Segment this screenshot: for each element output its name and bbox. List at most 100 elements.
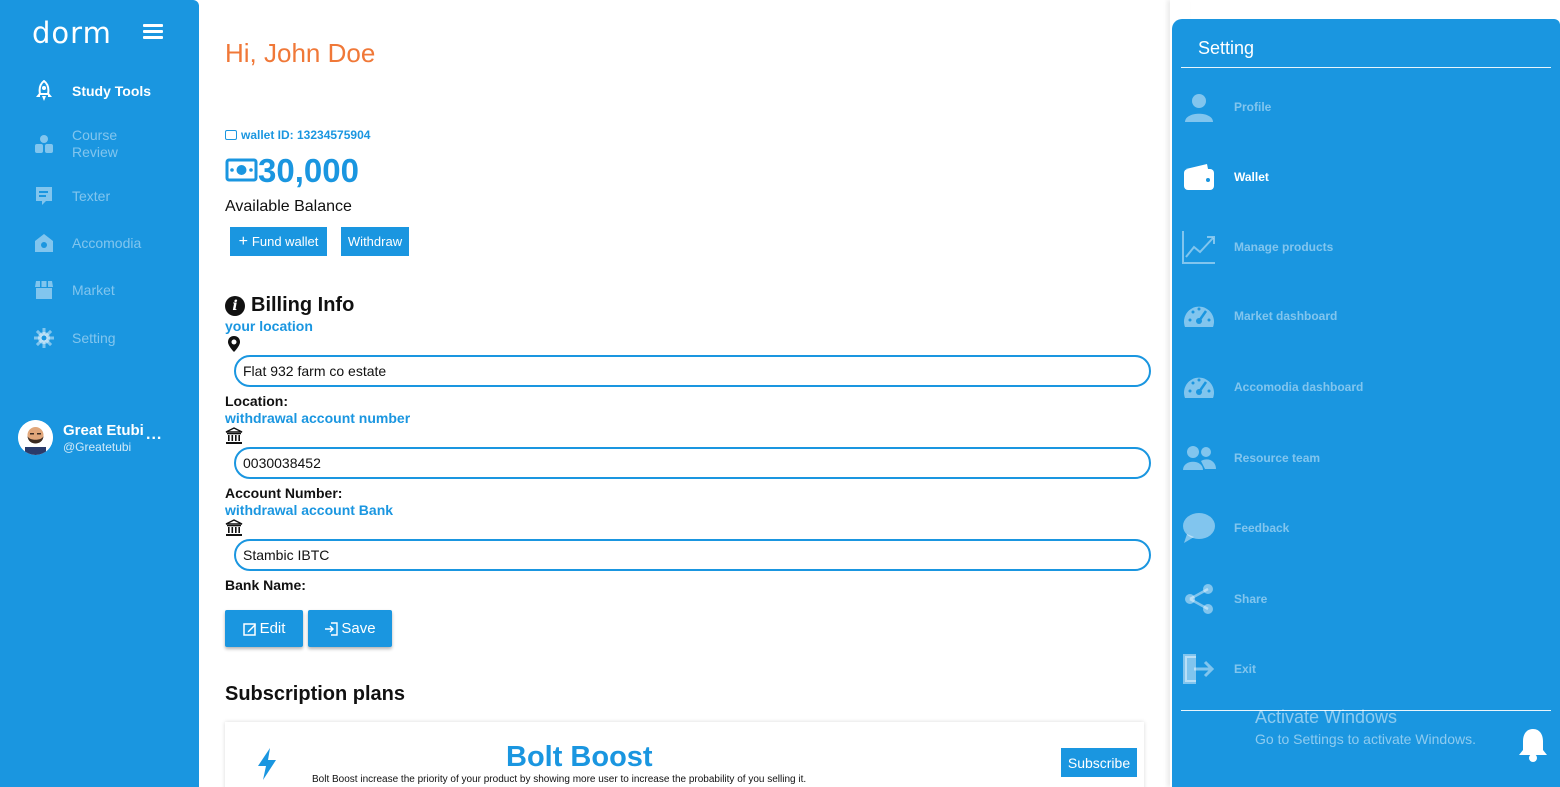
setting-item-exit[interactable]: Exit	[1181, 651, 1256, 687]
sidebar-item-label: Accomodia	[72, 234, 142, 251]
balance-label: Available Balance	[225, 198, 352, 215]
setting-item-label: Accomodia dashboard	[1234, 380, 1364, 394]
balance-amount: 30,000	[258, 152, 359, 189]
account-number-label: Account Number:	[225, 485, 343, 501]
fund-wallet-button[interactable]: + Fund wallet	[230, 227, 327, 256]
wallet-balance: 30,000	[225, 152, 359, 190]
plan-card: Bolt Boost Bolt Boost increase the prior…	[225, 722, 1144, 787]
activation-subtitle: Go to Settings to activate Windows.	[1255, 731, 1476, 747]
sidebar-item-label: Market	[72, 281, 115, 298]
save-button[interactable]: Save	[308, 610, 392, 647]
divider	[1181, 67, 1551, 68]
home-icon	[32, 232, 56, 254]
withdraw-button[interactable]: Withdraw	[341, 227, 409, 256]
chat-icon	[32, 185, 56, 207]
bank-name-input[interactable]: Stambic IBTC	[234, 539, 1151, 571]
edit-icon	[242, 622, 257, 636]
user-profile[interactable]: Great Etubi @Greatetubi ...	[18, 420, 161, 455]
setting-item-label: Wallet	[1234, 170, 1269, 184]
bank-hint: withdrawal account Bank	[225, 502, 394, 518]
setting-item-label: Market dashboard	[1234, 309, 1338, 323]
account-number-input[interactable]: 0030038452	[234, 447, 1151, 479]
bank-name-label: Bank Name:	[225, 577, 306, 593]
setting-item-manage-products[interactable]: Manage products	[1181, 229, 1333, 265]
sidebar-item-label: Study Tools	[72, 82, 152, 99]
setting-item-label: Manage products	[1234, 240, 1334, 254]
store-icon	[32, 279, 56, 301]
setting-item-wallet[interactable]: Wallet	[1181, 159, 1269, 195]
user-handle: @Greatetubi	[63, 439, 132, 454]
gauge-icon	[1181, 369, 1217, 405]
sidebar-item-accomodia[interactable]: Accomodia	[32, 232, 162, 254]
sidebar-item-study-tools[interactable]: Study Tools	[32, 80, 162, 102]
sidebar-item-label: Setting	[72, 329, 116, 346]
location-hint: your location	[225, 318, 313, 334]
user-icon	[1181, 89, 1217, 125]
bank-icon	[225, 519, 243, 537]
share-icon	[1181, 581, 1217, 617]
location-input[interactable]: Flat 932 farm co estate	[234, 355, 1151, 387]
location-pin-icon	[225, 335, 243, 353]
settings-panel: Setting Profile Wallet Manage products M…	[1172, 19, 1560, 787]
speech-bubble-icon	[1181, 510, 1217, 546]
edit-label: Edit	[259, 620, 286, 637]
setting-item-label: Feedback	[1234, 521, 1290, 535]
fund-wallet-label: Fund wallet	[251, 234, 319, 249]
billing-info-heading: i Billing Info	[225, 294, 354, 317]
setting-item-label: Share	[1234, 592, 1268, 606]
people-icon	[32, 133, 56, 155]
save-icon	[324, 621, 339, 636]
more-options-icon[interactable]: ...	[146, 426, 162, 444]
wallet-id-text: wallet ID: 13234575904	[241, 128, 371, 142]
setting-item-resource-team[interactable]: Resource team	[1181, 440, 1320, 476]
logo-text: dorm	[32, 16, 112, 50]
menu-icon[interactable]	[143, 24, 163, 40]
exit-icon	[1181, 651, 1217, 687]
gear-icon	[32, 327, 56, 349]
setting-item-profile[interactable]: Profile	[1181, 89, 1271, 125]
setting-item-market-dashboard[interactable]: Market dashboard	[1181, 298, 1337, 334]
edit-button[interactable]: Edit	[225, 610, 303, 647]
bolt-icon	[256, 748, 278, 785]
sidebar-item-label: Texter	[72, 187, 111, 204]
save-label: Save	[341, 620, 376, 637]
location-label: Location:	[225, 393, 288, 409]
gauge-icon	[1181, 298, 1217, 334]
wallet-id: wallet ID: 13234575904	[225, 128, 370, 142]
subscription-title: Subscription plans	[225, 683, 406, 705]
page-title: Hi, John Doe	[225, 38, 376, 68]
plan-description: Bolt Boost increase the priority of your…	[312, 774, 807, 785]
sidebar-item-market[interactable]: Market	[32, 279, 162, 301]
users-icon	[1181, 440, 1217, 476]
setting-item-label: Profile	[1234, 100, 1272, 114]
rocket-icon	[32, 80, 56, 102]
bell-icon[interactable]	[1518, 727, 1548, 768]
setting-item-label: Resource team	[1234, 451, 1321, 465]
account-number-hint: withdrawal account number	[225, 410, 411, 426]
setting-item-share[interactable]: Share	[1181, 581, 1267, 617]
billing-info-title: Billing Info	[251, 294, 355, 316]
subscribe-button[interactable]: Subscribe	[1061, 748, 1137, 777]
left-sidebar: dorm Study Tools Course Review Texter Ac…	[0, 0, 199, 787]
setting-item-feedback[interactable]: Feedback	[1181, 510, 1289, 546]
windows-activation-watermark: Activate Windows Go to Settings to activ…	[1255, 707, 1476, 747]
setting-item-accomodia-dashboard[interactable]: Accomodia dashboard	[1181, 369, 1363, 405]
info-icon: i	[225, 295, 245, 316]
setting-item-label: Exit	[1234, 662, 1257, 676]
plus-icon: +	[238, 232, 248, 250]
sidebar-item-label: Course Review	[72, 127, 118, 160]
settings-panel-title: Setting	[1198, 38, 1255, 58]
avatar	[18, 420, 53, 455]
chart-line-icon	[1181, 229, 1217, 265]
activation-title: Activate Windows	[1255, 707, 1398, 727]
money-icon	[225, 152, 258, 190]
bank-icon	[225, 427, 243, 445]
sidebar-item-texter[interactable]: Texter	[32, 185, 162, 207]
sidebar-item-course-review[interactable]: Course Review	[32, 127, 162, 161]
wallet-icon	[225, 130, 237, 140]
logo[interactable]: dorm	[32, 16, 112, 50]
sidebar-item-setting[interactable]: Setting	[32, 327, 162, 349]
plan-name: Bolt Boost	[506, 741, 653, 773]
wallet-icon	[1181, 159, 1217, 195]
user-name: Great Etubi	[63, 421, 144, 439]
